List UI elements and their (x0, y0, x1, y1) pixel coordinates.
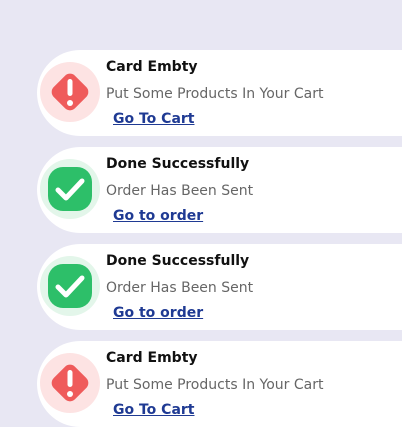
exclamation-diamond-icon (40, 353, 100, 413)
notification-card-success: Done Successfully Order Has Been Sent Go… (37, 147, 402, 233)
notification-card-error: Card Embty Put Some Products In Your Car… (37, 341, 402, 427)
notification-title: Card Embty (106, 350, 198, 366)
success-icon-badge (40, 256, 100, 316)
notification-card-success: Done Successfully Order Has Been Sent Go… (37, 244, 402, 330)
notification-message: Put Some Products In Your Cart (106, 86, 324, 102)
notification-card-error: Card Embty Put Some Products In Your Car… (37, 50, 402, 136)
notification-title: Card Embty (106, 59, 198, 75)
go-to-cart-link[interactable]: Go To Cart (113, 402, 194, 418)
check-square-icon (40, 256, 100, 316)
notification-message: Put Some Products In Your Cart (106, 377, 324, 393)
notification-title: Done Successfully (106, 253, 250, 269)
go-to-order-link[interactable]: Go to order (113, 305, 203, 321)
notification-message: Order Has Been Sent (106, 280, 254, 296)
go-to-order-link[interactable]: Go to order (113, 208, 203, 224)
notification-title: Done Successfully (106, 156, 250, 172)
notification-message: Order Has Been Sent (106, 183, 254, 199)
error-icon-badge (40, 353, 100, 413)
error-icon-badge (40, 62, 100, 122)
go-to-cart-link[interactable]: Go To Cart (113, 111, 194, 127)
exclamation-diamond-icon (40, 62, 100, 122)
success-icon-badge (40, 159, 100, 219)
check-square-icon (40, 159, 100, 219)
